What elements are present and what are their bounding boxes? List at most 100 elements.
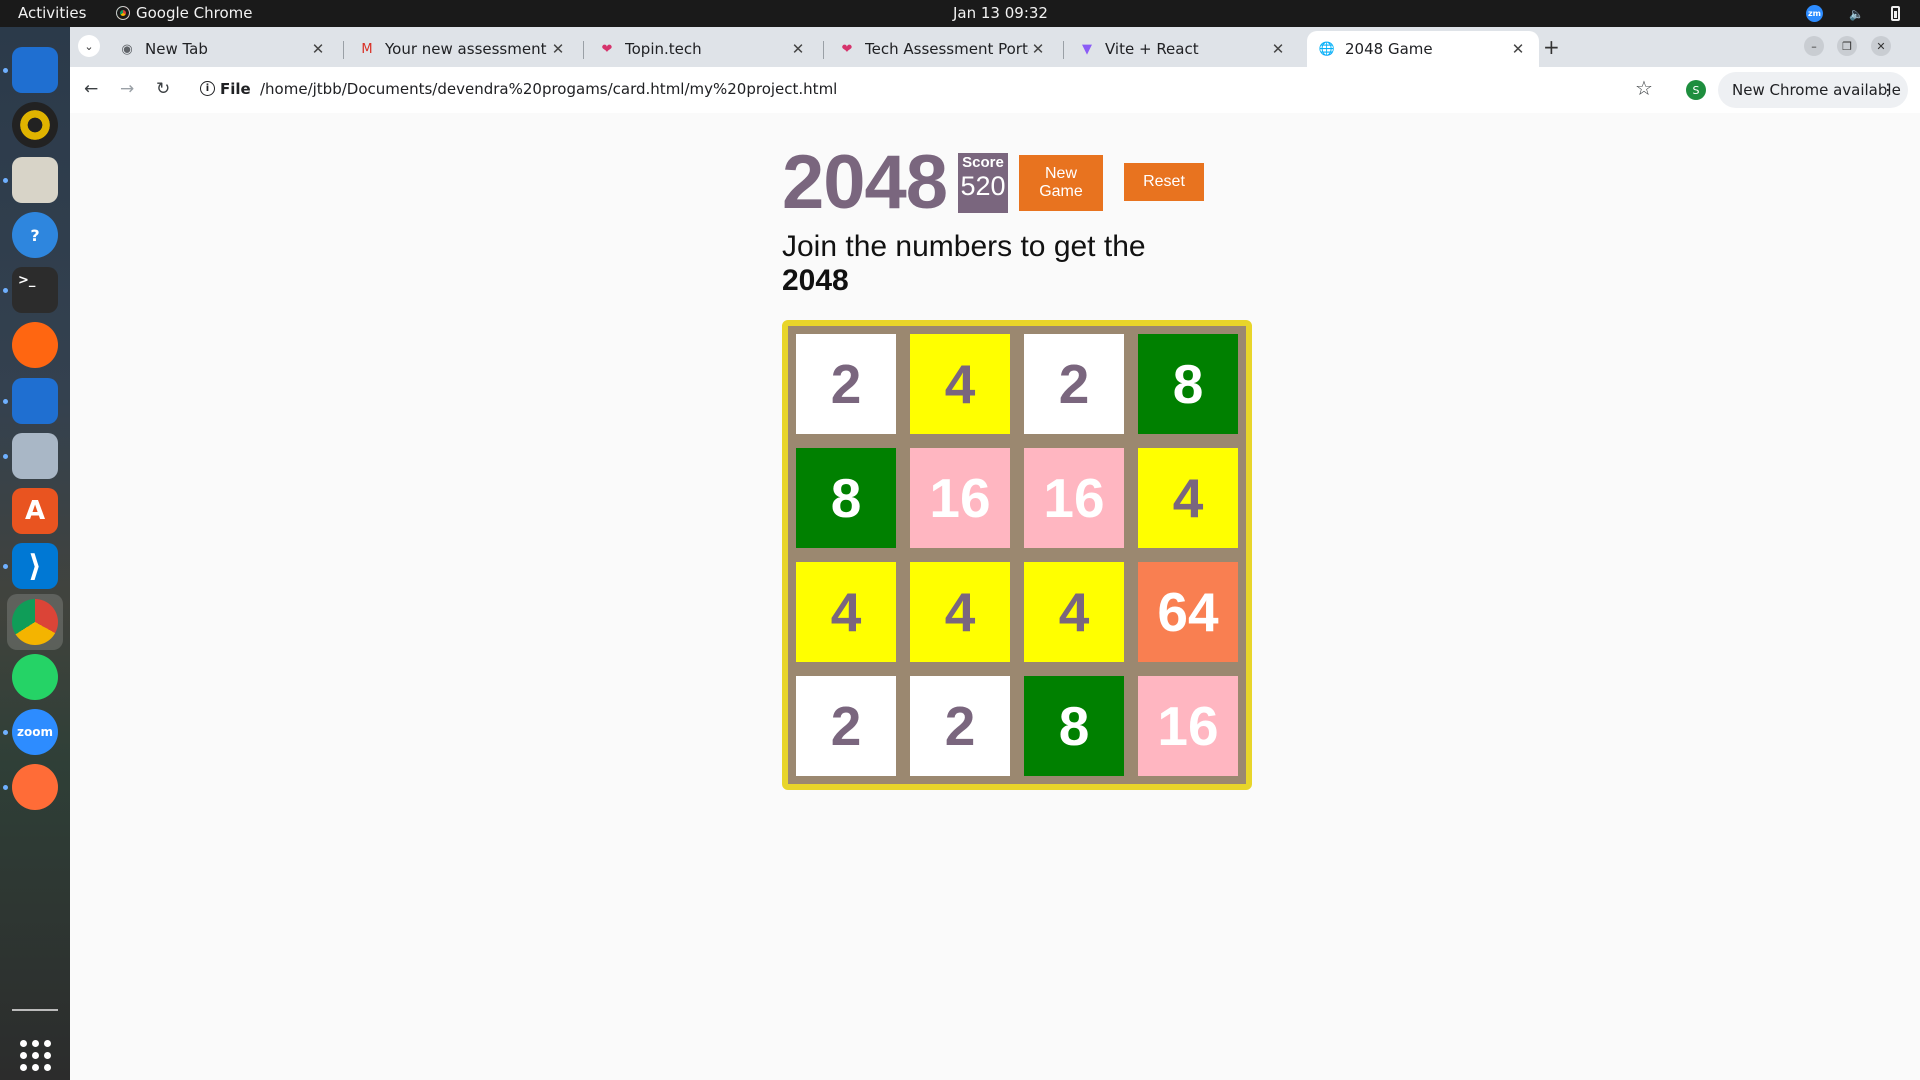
chrome-icon — [12, 599, 58, 645]
restore-button[interactable]: ❐ — [1837, 36, 1857, 56]
app-name: Google Chrome — [136, 4, 253, 22]
tile: 16 — [910, 448, 1010, 548]
close-tab-icon[interactable]: ✕ — [549, 40, 567, 58]
dock-item[interactable] — [7, 373, 63, 429]
close-window-button[interactable]: ✕ — [1871, 36, 1891, 56]
postman-icon — [12, 764, 58, 810]
url-text[interactable]: /home/jtbb/Documents/devendra%20progams/… — [260, 80, 837, 98]
dock-item[interactable] — [7, 97, 63, 153]
dock-item[interactable]: ? — [7, 207, 63, 263]
tile: 2 — [1024, 334, 1124, 434]
tile: 8 — [796, 448, 896, 548]
instructions-goal: 2048 — [782, 264, 849, 297]
back-button[interactable]: ← — [84, 79, 98, 99]
whatsapp-icon — [12, 654, 58, 700]
new-game-button[interactable]: New Game — [1019, 155, 1103, 211]
running-indicator — [3, 399, 8, 404]
tab[interactable]: ◉ New Tab ✕ — [107, 31, 339, 67]
tab-title: New Tab — [145, 40, 208, 58]
topin-icon: ❤ — [841, 41, 853, 57]
app-center-icon: A — [12, 488, 58, 534]
instructions-line-1: Join the numbers to get the — [782, 230, 1146, 263]
tile: 8 — [1024, 676, 1124, 776]
thunderbird-icon — [12, 47, 58, 93]
game-board: 2 4 2 8 8 16 16 4 4 4 4 64 2 2 8 16 — [782, 320, 1252, 790]
minimize-button[interactable]: – — [1804, 36, 1824, 56]
close-tab-icon[interactable]: ✕ — [309, 40, 327, 58]
new-tab-button[interactable]: + — [1543, 35, 1560, 59]
topin-icon: ❤ — [601, 41, 613, 57]
dock-item[interactable] — [7, 317, 63, 373]
dock-item[interactable]: A — [7, 483, 63, 539]
close-tab-icon[interactable]: ✕ — [789, 40, 807, 58]
activities-button[interactable]: Activities — [18, 4, 86, 22]
running-indicator — [3, 68, 8, 73]
zoom-tray-icon[interactable]: zm — [1806, 5, 1823, 22]
dock-separator — [12, 1009, 58, 1011]
tab[interactable]: ❤ Topin.tech ✕ — [587, 31, 819, 67]
tab-separator — [823, 41, 824, 59]
update-label: New Chrome available — [1732, 81, 1901, 99]
show-apps-button[interactable] — [7, 1027, 63, 1080]
archive-icon — [12, 157, 58, 203]
tile: 4 — [910, 334, 1010, 434]
tile: 4 — [1138, 448, 1238, 548]
dock-item[interactable] — [7, 594, 63, 650]
tab-title: Tech Assessment Portal — [865, 40, 1029, 58]
running-indicator — [3, 785, 8, 790]
tab-separator — [1063, 41, 1064, 59]
dock-item[interactable] — [7, 649, 63, 705]
running-indicator — [3, 178, 8, 183]
dock-item[interactable] — [7, 42, 63, 98]
tab-search-button[interactable]: ⌄ — [78, 35, 100, 57]
dock-item[interactable] — [7, 759, 63, 815]
bookmark-star-icon[interactable]: ☆ — [1635, 76, 1653, 100]
system-tray[interactable]: zm 🔈 — [1806, 5, 1900, 22]
close-tab-icon[interactable]: ✕ — [1509, 40, 1527, 58]
app-menu[interactable]: Google Chrome — [116, 4, 253, 22]
tile: 4 — [796, 562, 896, 662]
score-label: Score — [962, 154, 1004, 171]
terminal-icon: >_ — [12, 267, 58, 313]
volume-icon[interactable]: 🔈 — [1849, 7, 1865, 21]
help-icon: ? — [12, 212, 58, 258]
firefox-icon — [12, 322, 58, 368]
menu-kebab-icon[interactable]: ⋮ — [1880, 80, 1896, 99]
tile: 2 — [796, 334, 896, 434]
tab[interactable]: M Your new assessment is ✕ — [347, 31, 579, 67]
battery-icon[interactable] — [1891, 6, 1900, 21]
update-chrome-button[interactable]: New Chrome available ⋮ — [1718, 72, 1908, 108]
forward-button[interactable]: → — [120, 79, 134, 99]
close-tab-icon[interactable]: ✕ — [1269, 40, 1287, 58]
address-bar[interactable]: i File /home/jtbb/Documents/devendra%20p… — [188, 73, 1728, 107]
tab-title: Topin.tech — [625, 40, 702, 58]
clock[interactable]: Jan 13 09:32 — [953, 4, 1048, 22]
reset-button[interactable]: Reset — [1124, 163, 1204, 201]
vite-icon: ▼ — [1082, 41, 1092, 57]
dock-item[interactable]: zoom — [7, 704, 63, 760]
dock: ? >_ A ⟩ zoom — [0, 27, 70, 1080]
dock-item[interactable] — [7, 428, 63, 484]
dock-item[interactable]: ⟩ — [7, 538, 63, 594]
tab[interactable]: ▼ Vite + React ✕ — [1067, 31, 1299, 67]
running-indicator — [3, 564, 8, 569]
site-info-icon[interactable]: i — [200, 81, 215, 96]
tile: 2 — [910, 676, 1010, 776]
tile: 2 — [796, 676, 896, 776]
dock-item[interactable]: >_ — [7, 262, 63, 318]
tab[interactable]: ❤ Tech Assessment Portal ✕ — [827, 31, 1059, 67]
tab-title: 2048 Game — [1345, 40, 1433, 58]
chrome-icon — [116, 6, 130, 20]
rhythmbox-icon — [12, 102, 58, 148]
tile: 8 — [1138, 334, 1238, 434]
tile: 16 — [1024, 448, 1124, 548]
close-tab-icon[interactable]: ✕ — [1029, 40, 1047, 58]
globe-icon: 🌐 — [1318, 41, 1336, 57]
profile-avatar[interactable]: S — [1686, 80, 1706, 100]
dock-item[interactable] — [7, 152, 63, 208]
tab-separator — [583, 41, 584, 59]
tile: 64 — [1138, 562, 1238, 662]
tab[interactable]: 🌐 2048 Game ✕ — [1307, 31, 1539, 67]
tab-title: Vite + React — [1105, 40, 1199, 58]
reload-button[interactable]: ↻ — [156, 79, 170, 99]
